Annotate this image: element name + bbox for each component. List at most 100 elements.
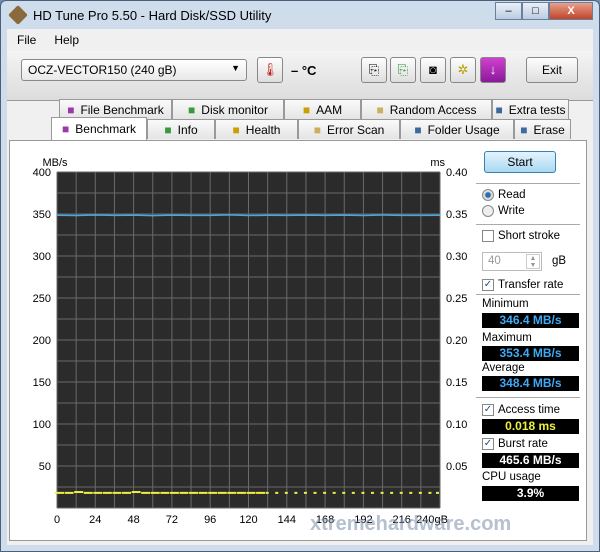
- tab-random-access[interactable]: ■ Random Access: [361, 99, 492, 119]
- tab-row-bottom: ■ Benchmark ■ Info ■ Health ■ Error Scan ■ Folder…: [51, 117, 571, 140]
- drive-value: OCZ-VECTOR150 (240 gB): [28, 63, 177, 77]
- copy-text-icon[interactable]: ⎘: [361, 57, 387, 83]
- tab-label: Random Access: [389, 102, 477, 117]
- transfer-rate-point: [247, 214, 250, 217]
- exclamation-icon: ■: [62, 122, 70, 136]
- x-tick: 24: [89, 514, 101, 526]
- access-time-point: [428, 491, 432, 494]
- tab-erase[interactable]: ■ Erase: [514, 119, 571, 139]
- save-down-arrow-icon[interactable]: ↓: [480, 57, 506, 83]
- y-axis-right-label: ms: [430, 157, 445, 169]
- thermometer-icon[interactable]: 🌡: [257, 57, 283, 83]
- minimize-button[interactable]: –: [495, 2, 522, 20]
- y-tick-left: 100: [33, 419, 51, 431]
- spinner-arrows-icon[interactable]: ▲ ▼: [526, 254, 540, 269]
- tab-extra-tests[interactable]: ■ Extra tests: [492, 99, 569, 119]
- access-time-checkbox[interactable]: ✓ Access time: [482, 404, 560, 416]
- calculator-icon: ■: [495, 102, 503, 117]
- transfer-rate-checkbox[interactable]: ✓ Transfer rate: [482, 279, 563, 291]
- access-time-point: [169, 491, 179, 494]
- tab-label: Disk monitor: [201, 102, 268, 117]
- tab-folder-usage[interactable]: ■ Folder Usage: [400, 119, 514, 139]
- red-cross-icon: ■: [232, 122, 240, 137]
- read-radio[interactable]: Read: [482, 189, 526, 201]
- access-time-point: [246, 491, 256, 494]
- transfer-rate-point: [305, 214, 307, 216]
- x-tick: 72: [166, 514, 178, 526]
- y-tick-right: 0.30: [446, 251, 467, 263]
- transfer-rate-point: [94, 214, 97, 216]
- tab-benchmark[interactable]: ■ Benchmark: [51, 117, 147, 140]
- checkmark-icon: ✓: [482, 279, 494, 291]
- tab-label: Health: [245, 122, 281, 137]
- maximum-label: Maximum: [482, 332, 532, 344]
- tab-health[interactable]: ■ Health: [215, 119, 298, 139]
- transfer-rate-point: [190, 214, 192, 217]
- tab-error-scan[interactable]: ■ Error Scan: [298, 119, 400, 139]
- read-label: Read: [498, 189, 526, 201]
- close-button[interactable]: X: [549, 2, 593, 20]
- access-time-point: [179, 491, 189, 494]
- access-time-point: [323, 491, 327, 494]
- checkmark-icon: ✓: [482, 404, 494, 416]
- transfer-rate-point: [56, 214, 58, 217]
- y-tick-left: 50: [39, 461, 51, 473]
- access-time-value: 0.018 ms: [482, 419, 579, 434]
- access-time-point: [399, 491, 403, 494]
- copy-image-icon[interactable]: ⎘: [390, 57, 416, 83]
- exit-button[interactable]: Exit: [526, 57, 578, 83]
- y-tick-left: 400: [33, 167, 51, 179]
- burst-rate-checkbox[interactable]: ✓ Burst rate: [482, 438, 548, 450]
- y-tick-right: 0.40: [446, 167, 467, 179]
- y-tick-right: 0.05: [446, 461, 467, 473]
- dots-icon: ■: [376, 102, 384, 117]
- exclamation-page-icon: ■: [67, 102, 75, 117]
- average-value: 348.4 MB/s: [482, 376, 579, 391]
- write-radio[interactable]: Write: [482, 205, 525, 217]
- maximum-value: 353.4 MB/s: [482, 346, 579, 361]
- transfer-rate-point: [343, 214, 346, 216]
- benchmark-panel: MB/s ms 400 350 300 250 200 150 100 50 0.40 0.35 0.3…: [9, 140, 587, 541]
- window-title: HD Tune Pro 5.50 - Hard Disk/SSD Utility: [33, 7, 272, 23]
- tab-label: Extra tests: [508, 102, 566, 117]
- access-time-point: [332, 491, 336, 494]
- access-time-point: [370, 491, 374, 494]
- start-button[interactable]: Start: [484, 151, 556, 173]
- temperature-readout: – °C: [291, 63, 317, 78]
- radio-on-icon: [482, 189, 494, 201]
- y-tick-left: 200: [33, 335, 51, 347]
- transfer-rate-point: [113, 214, 116, 217]
- tab-info[interactable]: ■ Info: [147, 119, 215, 139]
- access-time-point: [189, 491, 199, 494]
- access-time-point: [436, 491, 439, 494]
- radio-off-icon: [482, 205, 494, 217]
- tab-disk-monitor[interactable]: ■ Disk monitor: [172, 99, 284, 119]
- camera-icon[interactable]: ◙: [420, 57, 446, 83]
- y-tick-right: 0.35: [446, 209, 467, 221]
- tab-aam[interactable]: ■ AAM: [284, 99, 361, 119]
- y-tick-right: 0.20: [446, 335, 467, 347]
- write-label: Write: [498, 205, 525, 217]
- menu-file[interactable]: File: [17, 33, 36, 47]
- access-time-point: [390, 491, 394, 494]
- short-stroke-checkbox[interactable]: Short stroke: [482, 230, 560, 242]
- chevron-down-icon: ▼: [231, 63, 240, 73]
- checkmark-icon: ✓: [482, 438, 494, 450]
- burst-rate-label: Burst rate: [498, 438, 548, 450]
- options-icon[interactable]: ✲: [450, 57, 476, 83]
- tab-label: AAM: [316, 102, 343, 117]
- tab-label: Info: [177, 122, 198, 137]
- maximize-button[interactable]: □: [522, 2, 549, 20]
- info-icon: ■: [164, 122, 172, 137]
- access-time-point: [294, 491, 298, 494]
- drive-select[interactable]: OCZ-VECTOR150 (240 gB) ▼: [21, 59, 247, 81]
- access-time-point: [313, 491, 317, 494]
- menu-help[interactable]: Help: [54, 33, 79, 47]
- short-stroke-input[interactable]: 40 ▲ ▼: [482, 252, 542, 271]
- tab-file-benchmark[interactable]: ■ File Benchmark: [59, 99, 172, 119]
- cpu-usage-value: 3.9%: [482, 486, 579, 501]
- title-bar: HD Tune Pro 5.50 - Hard Disk/SSD Utility…: [1, 1, 599, 29]
- access-time-point: [361, 491, 365, 494]
- access-time-point: [217, 491, 227, 494]
- tab-label: Benchmark: [75, 122, 136, 136]
